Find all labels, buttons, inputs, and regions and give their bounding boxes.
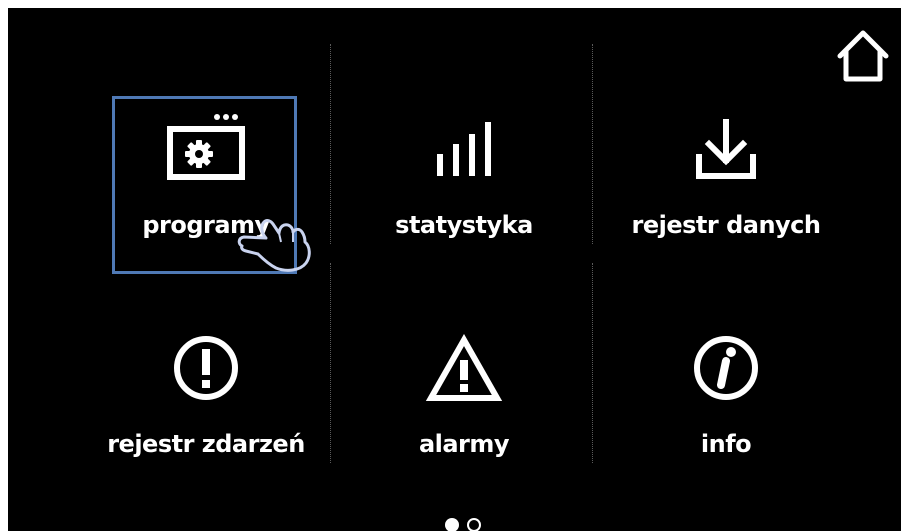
tile-label: info xyxy=(700,430,752,458)
tile-label: rejestr zdarzeń xyxy=(107,430,305,458)
download-icon xyxy=(696,119,756,179)
tile-rejestr-zdarzen[interactable]: rejestr zdarzeń xyxy=(106,318,306,518)
tile-label: statystyka xyxy=(395,211,533,239)
screen: programy statystyka rejestr danych rejes… xyxy=(8,8,901,532)
program-icon xyxy=(167,114,245,180)
warning-triangle-icon xyxy=(425,334,503,401)
exclamation-circle-icon xyxy=(174,336,238,400)
info-circle-icon xyxy=(694,336,758,400)
page-dot-active[interactable] xyxy=(445,518,459,532)
tile-info[interactable]: info xyxy=(626,318,826,518)
hand-pointer-icon xyxy=(237,219,311,272)
home-icon xyxy=(837,30,889,82)
tile-label: rejestr danych xyxy=(631,211,821,239)
page-dot[interactable] xyxy=(467,518,481,532)
tile-statystyka[interactable]: statystyka xyxy=(364,98,564,298)
home-button[interactable] xyxy=(834,26,892,84)
tile-alarmy[interactable]: alarmy xyxy=(364,318,564,518)
tile-rejestr-danych[interactable]: rejestr danych xyxy=(626,98,826,298)
tile-label: alarmy xyxy=(418,430,510,458)
bar-chart-icon xyxy=(437,122,491,176)
